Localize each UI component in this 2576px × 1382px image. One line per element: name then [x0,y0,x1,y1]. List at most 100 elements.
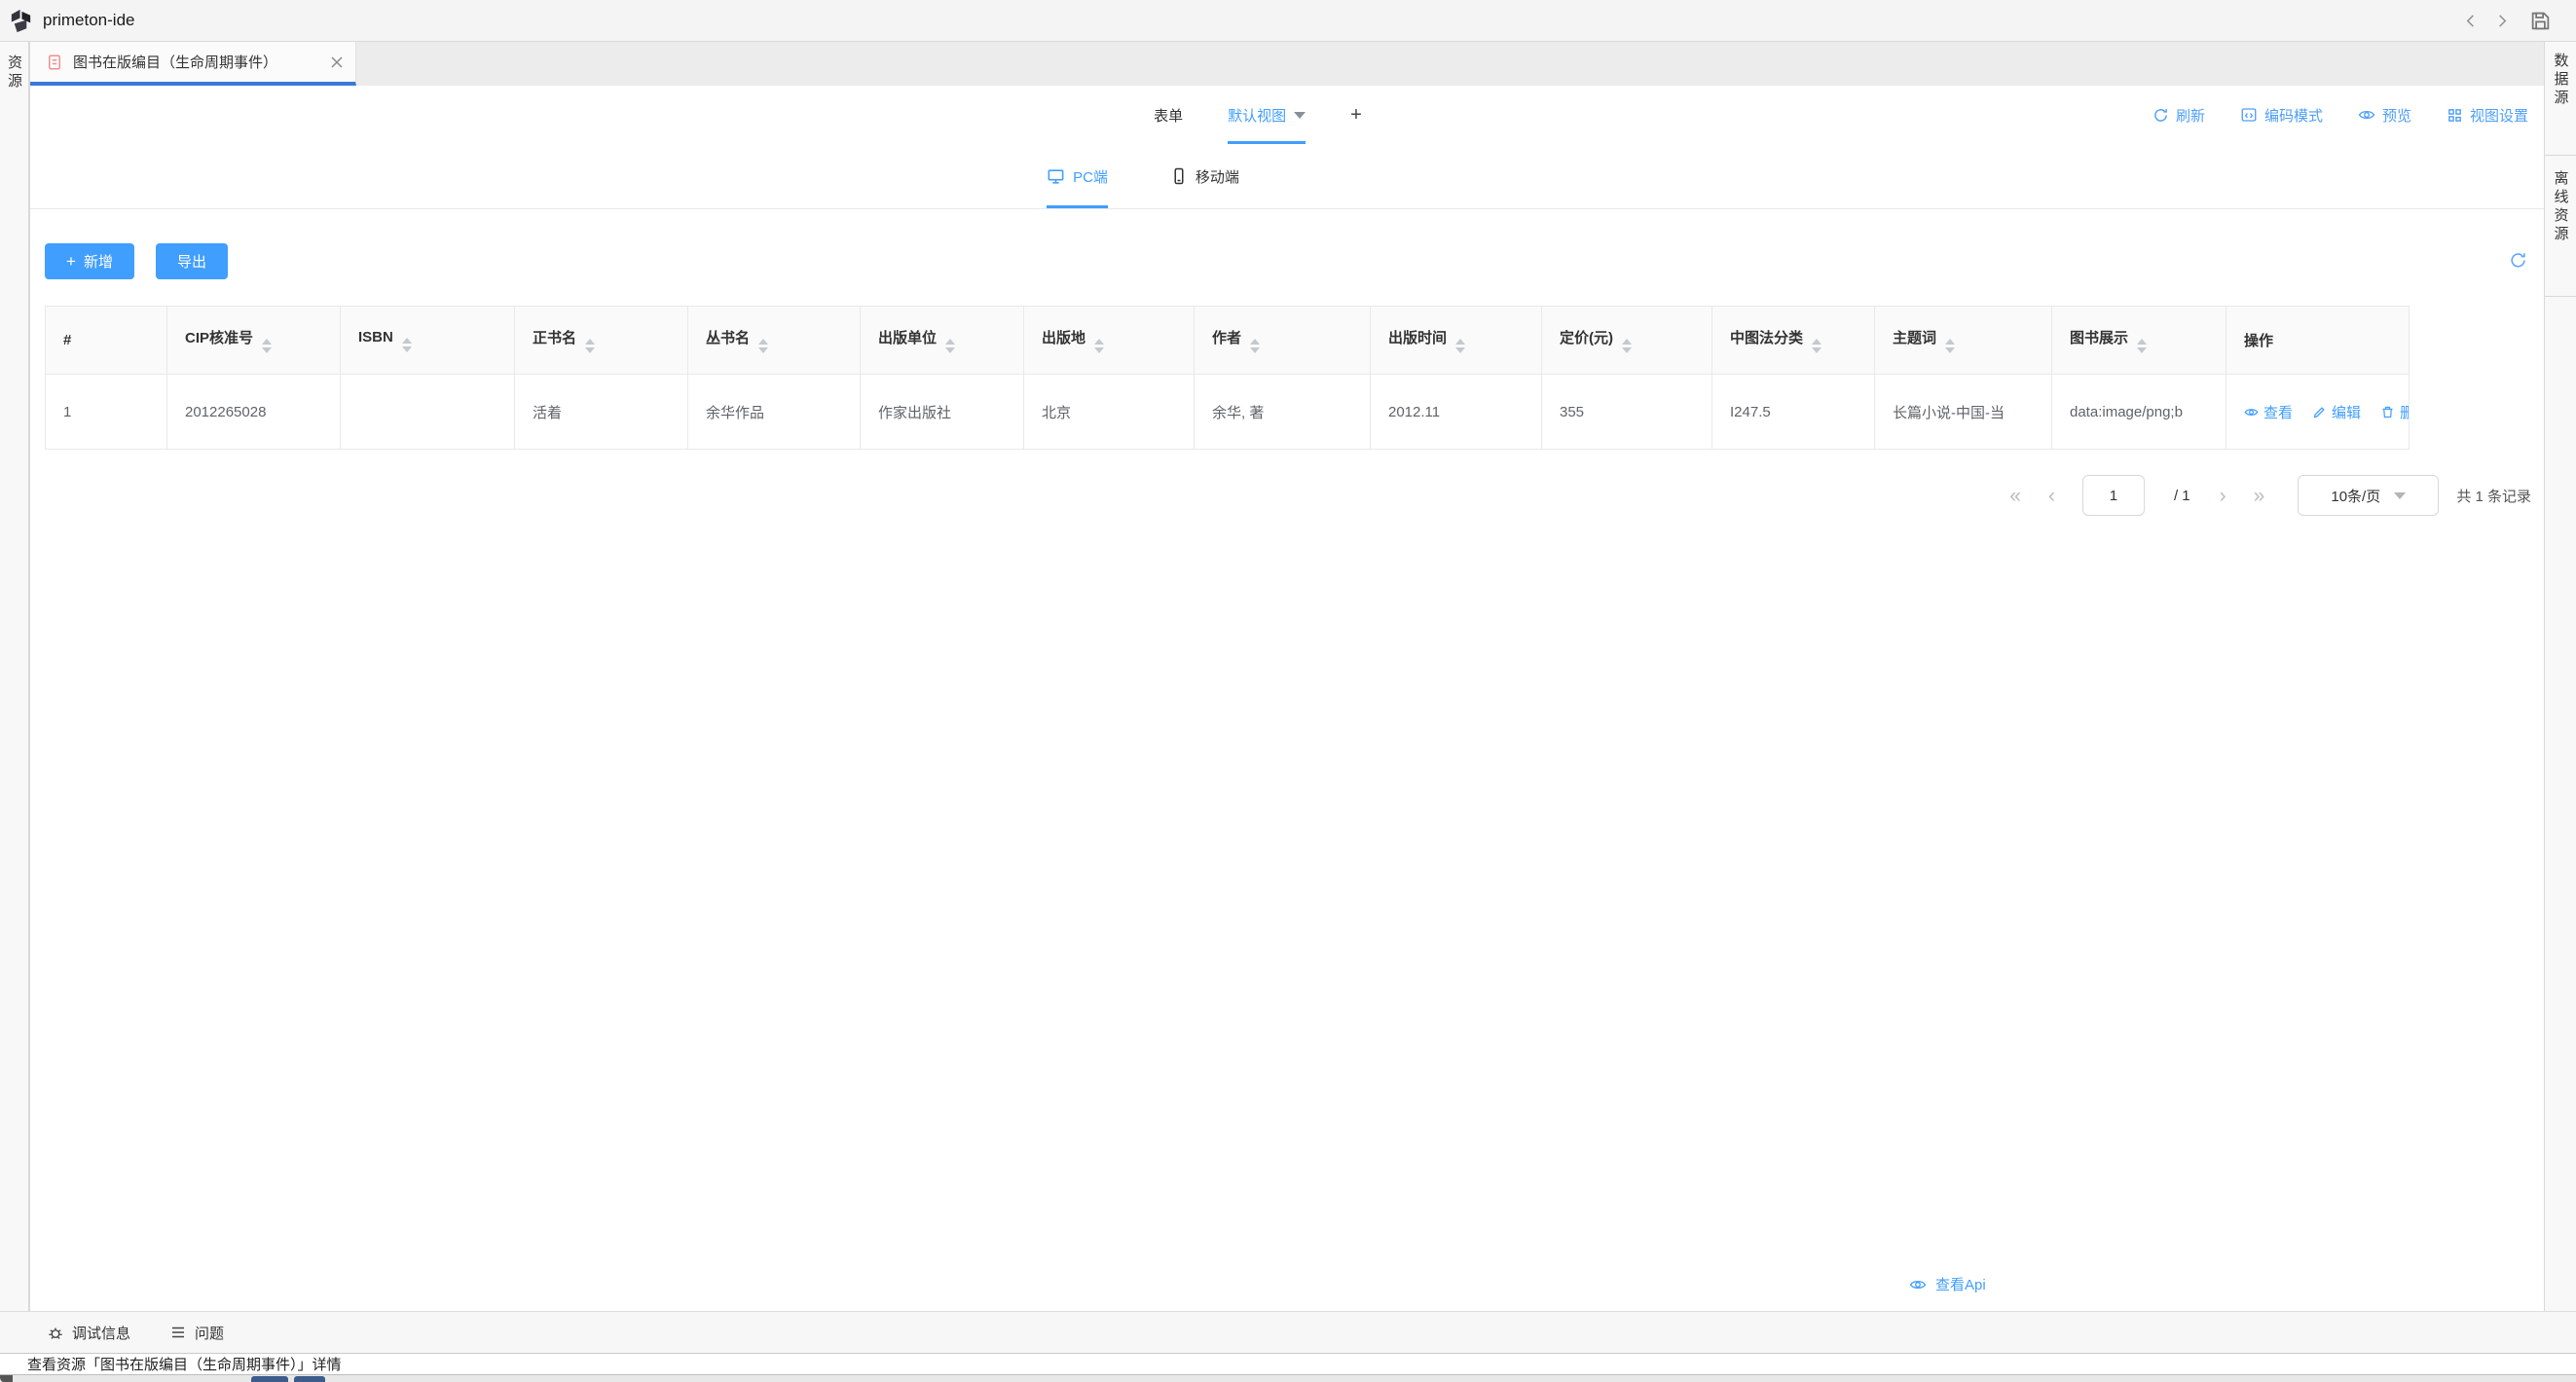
smartphone-icon [1170,167,1188,185]
table-header-row: # CIP核准号 ISBN 正书名 丛书名 出版单位 出版地 作者 出版时间 定… [46,307,2410,375]
prev-page-button[interactable]: ‹ [2048,486,2053,506]
cell-place: 北京 [1024,375,1195,450]
add-view-button[interactable]: + [1350,86,1362,144]
sort-icon[interactable] [1945,339,1955,353]
row-edit-link[interactable]: 编辑 [2312,402,2361,422]
col-isbn[interactable]: ISBN [341,307,515,375]
app-logo-icon [8,8,34,34]
col-author[interactable]: 作者 [1195,307,1371,375]
view-api-link[interactable]: 查看Api [1909,1274,1986,1294]
tab-title: 图书在版编目（生命周期事件） [73,52,320,72]
cell-pubdate: 2012.11 [1371,375,1542,450]
sort-icon[interactable] [1812,339,1822,353]
sort-icon[interactable] [1622,339,1632,353]
col-clc[interactable]: 中图法分类 [1712,307,1875,375]
eye-icon [2358,106,2375,124]
row-delete-link[interactable]: 删除 [2380,402,2409,422]
next-page-button[interactable]: › [2220,486,2225,506]
sort-icon[interactable] [2137,339,2147,353]
app-window: primeton-ide 资源 [0,0,2576,1382]
eye-icon [2244,405,2259,419]
pencil-icon [2312,405,2327,419]
chevron-down-icon [1294,112,1306,119]
screen-edge-artifact [0,1374,2576,1382]
refresh-icon [2153,107,2169,124]
plus-icon: + [66,252,76,272]
monitor-icon [1047,167,1065,186]
bug-icon [47,1324,64,1341]
pagination: « ‹ / 1 › » 10条/页 共 1 条记录 [45,475,2531,516]
save-icon[interactable] [2530,11,2551,31]
problems-button[interactable]: 问题 [169,1323,224,1343]
first-page-button[interactable]: « [2009,486,2019,506]
row-view-link[interactable]: 查看 [2244,402,2293,422]
refresh-button[interactable]: 刷新 [2153,105,2205,126]
status-message: 查看资源「图书在版编目（生命周期事件）」详情 [27,1354,342,1374]
history-back-icon[interactable] [2464,14,2479,28]
sort-icon[interactable] [1250,339,1260,353]
col-actions: 操作 [2226,307,2410,375]
sort-icon[interactable] [1094,339,1104,353]
add-record-button[interactable]: + 新增 [45,243,134,279]
code-mode-icon [2240,106,2258,124]
tab-pc[interactable]: PC端 [1047,144,1108,208]
col-place[interactable]: 出版地 [1024,307,1195,375]
form-resource-icon [46,54,63,71]
status-bar: 查看资源「图书在版编目（生命周期事件）」详情 [0,1353,2576,1374]
device-tabs: PC端 移动端 [30,144,2544,209]
cell-index: 1 [46,375,167,450]
grid-layout-icon [2447,107,2463,124]
eye-icon [1909,1276,1927,1293]
col-publisher[interactable]: 出版单位 [861,307,1024,375]
bottom-panel-bar: 调试信息 问题 [0,1311,2576,1353]
col-title[interactable]: 正书名 [515,307,688,375]
sidebar-item-offline-resources[interactable]: 离线资源 [2551,170,2571,296]
sort-icon[interactable] [1455,339,1465,353]
sidebar-item-datasource[interactable]: 数据源 [2551,53,2571,155]
page-count-label: / 1 [2174,488,2190,504]
sort-icon[interactable] [262,339,272,353]
cell-publisher: 作家出版社 [861,375,1024,450]
app-title: primeton-ide [43,11,135,30]
close-icon[interactable] [330,55,344,69]
col-cip[interactable]: CIP核准号 [167,307,341,375]
cell-isbn [341,375,515,450]
page-number-input[interactable] [2082,475,2145,516]
tab-mobile[interactable]: 移动端 [1170,144,1239,208]
cell-series: 余华作品 [688,375,861,450]
preview-button[interactable]: 预览 [2358,105,2411,126]
cell-author: 余华, 著 [1195,375,1371,450]
total-records-label: 共 1 条记录 [2456,486,2531,506]
cell-cover: data:image/png;b [2052,375,2226,450]
tab-book-cip[interactable]: 图书在版编目（生命周期事件） [30,42,356,86]
last-page-button[interactable]: » [2254,486,2263,506]
code-mode-button[interactable]: 编码模式 [2240,105,2323,126]
cell-subject: 长篇小说-中国-当 [1875,375,2052,450]
debug-info-button[interactable]: 调试信息 [47,1323,130,1343]
list-icon [169,1324,187,1341]
tab-form[interactable]: 表单 [1154,86,1183,144]
sidebar-item-resources[interactable]: 资源 [4,55,24,91]
col-series[interactable]: 丛书名 [688,307,861,375]
tab-default-view[interactable]: 默认视图 [1228,86,1306,144]
chevron-down-icon [2394,492,2406,499]
sort-icon[interactable] [945,339,955,353]
trash-icon [2380,405,2395,419]
col-price[interactable]: 定价(元) [1542,307,1712,375]
title-bar: primeton-ide [0,0,2576,42]
table-refresh-icon[interactable] [2509,251,2527,270]
col-cover[interactable]: 图书展示 [2052,307,2226,375]
col-subject[interactable]: 主题词 [1875,307,2052,375]
col-pubdate[interactable]: 出版时间 [1371,307,1542,375]
cell-clc: I247.5 [1712,375,1875,450]
cell-title: 活着 [515,375,688,450]
cell-cip: 2012265028 [167,375,341,450]
view-settings-button[interactable]: 视图设置 [2447,105,2528,126]
sort-icon[interactable] [758,339,768,353]
history-forward-icon[interactable] [2494,14,2509,28]
page-size-select[interactable]: 10条/页 [2298,475,2439,516]
sort-icon[interactable] [402,338,412,352]
export-button[interactable]: 导出 [156,243,228,279]
cell-actions: 查看 编辑 删除 [2226,375,2410,450]
sort-icon[interactable] [585,339,595,353]
